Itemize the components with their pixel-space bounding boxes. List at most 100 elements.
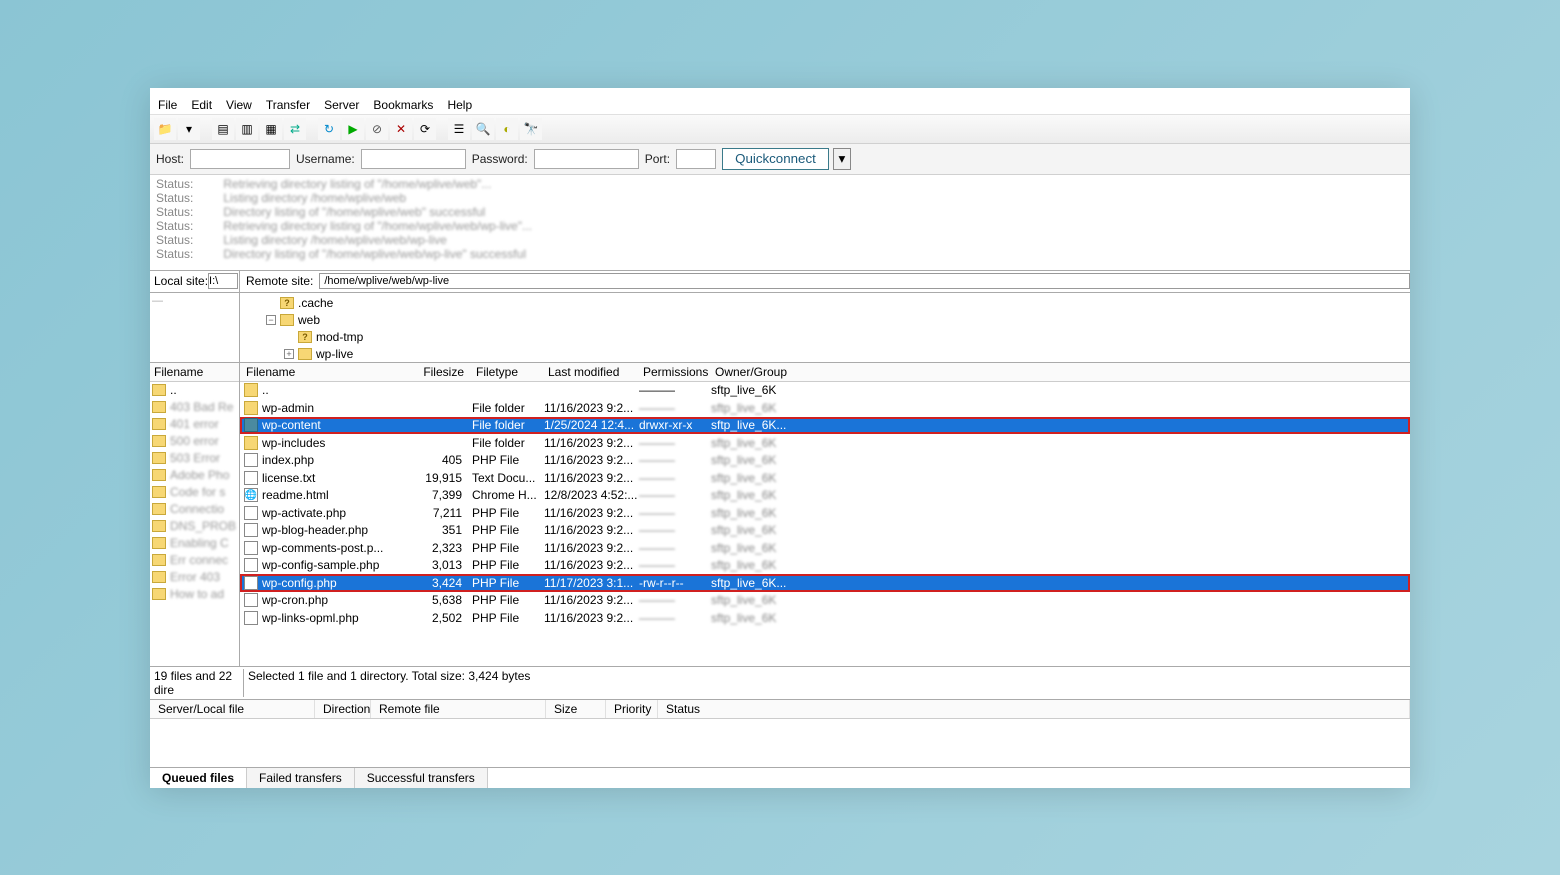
menu-bookmarks[interactable]: Bookmarks — [373, 98, 433, 112]
remote-list-row[interactable]: wp-config-sample.php3,013PHP File11/16/2… — [240, 557, 1410, 575]
local-list-item[interactable]: Adobe Pho — [150, 467, 239, 484]
file-type: PHP File — [472, 506, 544, 520]
local-list-item[interactable]: 401 error — [150, 416, 239, 433]
disconnect-icon[interactable]: ✕ — [390, 118, 412, 140]
local-list-item[interactable]: Code for s — [150, 484, 239, 501]
remote-list-row[interactable]: license.txt19,915Text Docu...11/16/2023 … — [240, 469, 1410, 487]
queue-tab[interactable]: Failed transfers — [247, 768, 355, 788]
toggle-tree-icon[interactable]: ▥ — [236, 118, 258, 140]
menu-file[interactable]: File — [158, 98, 177, 112]
refresh-icon[interactable]: ↻ — [318, 118, 340, 140]
folder-icon: ? — [280, 297, 294, 309]
file-size: 5,638 — [412, 593, 472, 607]
col-owner[interactable]: Owner/Group — [709, 365, 809, 379]
col-filename[interactable]: Filename — [240, 365, 410, 379]
file-type: PHP File — [472, 576, 544, 590]
remote-list-row[interactable]: 🌐readme.html7,399Chrome H...12/8/2023 4:… — [240, 487, 1410, 505]
remote-list-row[interactable]: wp-comments-post.p...2,323PHP File11/16/… — [240, 539, 1410, 557]
remote-list-row[interactable]: wp-links-opml.php2,502PHP File11/16/2023… — [240, 609, 1410, 627]
file-size: 2,502 — [412, 611, 472, 625]
menu-server[interactable]: Server — [324, 98, 359, 112]
local-list-item[interactable]: Error 403 — [150, 569, 239, 586]
remote-list-row[interactable]: wp-cron.php5,638PHP File11/16/2023 9:2..… — [240, 592, 1410, 610]
remote-list-row[interactable]: wp-blog-header.php351PHP File11/16/2023 … — [240, 522, 1410, 540]
folder-icon: ? — [298, 331, 312, 343]
filter-icon[interactable]: ☰ — [448, 118, 470, 140]
queue-col-remote[interactable]: Remote file — [371, 700, 546, 718]
local-tree[interactable]: — — [150, 293, 240, 362]
queue-col-size[interactable]: Size — [546, 700, 606, 718]
local-list-item[interactable]: 403 Bad Re — [150, 399, 239, 416]
file-permissions: ——— — [639, 506, 711, 520]
remote-list-row[interactable]: index.php405PHP File11/16/2023 9:2...———… — [240, 452, 1410, 470]
col-permissions[interactable]: Permissions — [637, 365, 709, 379]
remote-list-row[interactable]: wp-config.php3,424PHP File11/17/2023 3:1… — [240, 574, 1410, 592]
file-permissions: ——— — [639, 453, 711, 467]
queue-col-priority[interactable]: Priority — [606, 700, 658, 718]
remote-tree[interactable]: ?.cache−web?mod-tmp+wp-live — [240, 293, 1410, 362]
process-queue-icon[interactable]: ▶ — [342, 118, 364, 140]
search-icon[interactable]: 🔍 — [472, 118, 494, 140]
port-input[interactable] — [676, 149, 716, 169]
local-file-list[interactable]: Filename ..403 Bad Re401 error500 error5… — [150, 363, 240, 666]
username-input[interactable] — [361, 149, 466, 169]
queue-col-server[interactable]: Server/Local file — [150, 700, 315, 718]
queue-col-status[interactable]: Status — [658, 700, 1410, 718]
cancel-icon[interactable]: ⊘ — [366, 118, 388, 140]
sync-browse-icon[interactable]: ⇄ — [284, 118, 306, 140]
file-type: File folder — [472, 401, 544, 415]
col-filetype[interactable]: Filetype — [470, 365, 542, 379]
site-manager-icon[interactable]: 📁 — [154, 118, 176, 140]
queue-tab[interactable]: Queued files — [150, 768, 247, 788]
host-input[interactable] — [190, 149, 290, 169]
col-modified[interactable]: Last modified — [542, 365, 637, 379]
local-list-item[interactable]: 503 Error — [150, 450, 239, 467]
remote-file-list: Filename Filesize Filetype Last modified… — [240, 363, 1410, 666]
local-status: 19 files and 22 dire — [154, 669, 244, 697]
tree-item[interactable]: +wp-live — [248, 346, 1402, 363]
toggle-log-icon[interactable]: ▤ — [212, 118, 234, 140]
toggle-queue-icon[interactable]: ▦ — [260, 118, 282, 140]
file-owner: sftp_live_6K — [711, 506, 811, 520]
local-site-input[interactable] — [208, 273, 238, 289]
reconnect-icon[interactable]: ⟳ — [414, 118, 436, 140]
local-list-item[interactable]: Enabling C — [150, 535, 239, 552]
col-filesize[interactable]: Filesize — [410, 365, 470, 379]
remote-site-input[interactable] — [319, 273, 1410, 289]
local-list-item[interactable]: How to ad — [150, 586, 239, 603]
tree-item[interactable]: −web — [248, 312, 1402, 329]
file-name: wp-admin — [262, 401, 314, 415]
local-list-item[interactable]: 500 error — [150, 433, 239, 450]
local-list-item[interactable]: .. — [150, 382, 239, 399]
menu-edit[interactable]: Edit — [191, 98, 212, 112]
remote-rows[interactable]: ..———sftp_live_6Kwp-adminFile folder11/1… — [240, 382, 1410, 666]
remote-list-row[interactable]: wp-adminFile folder11/16/2023 9:2...———s… — [240, 399, 1410, 417]
file-size: 2,323 — [412, 541, 472, 555]
queue-col-direction[interactable]: Direction — [315, 700, 371, 718]
remote-list-row[interactable]: wp-contentFile folder1/25/2024 12:4...dr… — [240, 417, 1410, 435]
file-owner: sftp_live_6K — [711, 383, 811, 397]
local-list-item[interactable]: DNS_PROB — [150, 518, 239, 535]
local-list-item[interactable]: Connectio — [150, 501, 239, 518]
quickconnect-button[interactable]: Quickconnect — [722, 148, 829, 170]
find-icon[interactable]: 🔭 — [520, 118, 542, 140]
tree-item[interactable]: ?.cache — [248, 295, 1402, 312]
local-list-item[interactable]: Err connec — [150, 552, 239, 569]
remote-list-row[interactable]: wp-activate.php7,211PHP File11/16/2023 9… — [240, 504, 1410, 522]
remote-list-row[interactable]: wp-includesFile folder11/16/2023 9:2...—… — [240, 434, 1410, 452]
menu-view[interactable]: View — [226, 98, 252, 112]
menu-transfer[interactable]: Transfer — [266, 98, 310, 112]
remote-list-row[interactable]: ..———sftp_live_6K — [240, 382, 1410, 400]
quickconnect-dropdown[interactable]: ▾ — [833, 148, 851, 170]
file-permissions: ——— — [639, 383, 711, 397]
file-owner: sftp_live_6K — [711, 453, 811, 467]
tree-item[interactable]: ?mod-tmp — [248, 329, 1402, 346]
file-size: 19,915 — [412, 471, 472, 485]
compare-icon[interactable]: ◐ — [496, 118, 518, 140]
host-label: Host: — [156, 152, 184, 166]
menu-help[interactable]: Help — [447, 98, 472, 112]
password-input[interactable] — [534, 149, 639, 169]
dropdown-arrow-icon[interactable]: ▾ — [178, 118, 200, 140]
queue-tab[interactable]: Successful transfers — [355, 768, 488, 788]
local-filename-header[interactable]: Filename — [150, 363, 239, 382]
